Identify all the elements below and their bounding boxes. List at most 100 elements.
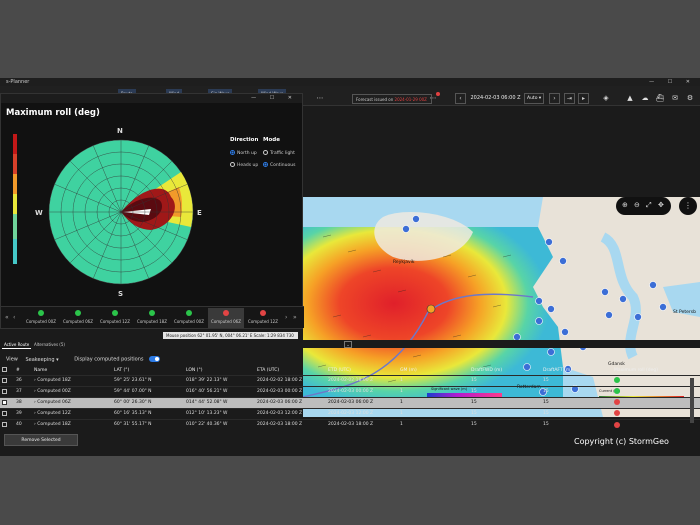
layers-icon[interactable]: ◈: [601, 93, 611, 103]
col-draft-fwd[interactable]: DraftFWD (m): [469, 366, 541, 375]
window-controls[interactable]: — ☐ ✕: [649, 78, 696, 86]
radio-north-up[interactable]: [230, 150, 235, 155]
radio-traffic-light[interactable]: [263, 150, 268, 155]
zoom-out-icon[interactable]: ⊖: [634, 201, 640, 209]
tab-alternatives[interactable]: Alternatives (5): [32, 341, 67, 348]
popup-window-controls[interactable]: — ☐ ✕: [251, 95, 298, 101]
radio-continuous[interactable]: [263, 162, 268, 167]
auto-dropdown[interactable]: Auto ▾: [524, 93, 544, 104]
roll-status-dot: [614, 410, 620, 417]
table-scrollbar[interactable]: [690, 378, 694, 423]
display-computed-toggle[interactable]: [149, 356, 161, 362]
radio-heads-up[interactable]: [230, 162, 235, 167]
skip-end-button[interactable]: ⇥: [564, 93, 575, 104]
select-all-checkbox[interactable]: [2, 367, 7, 373]
timestep-item[interactable]: Computed 12Z: [245, 308, 281, 328]
row-checkbox-cell: [0, 385, 14, 397]
cell-max-roll: [612, 418, 700, 430]
timestep-item[interactable]: Computed 06Z: [60, 308, 96, 328]
cell-draft-aft: 15: [541, 418, 612, 430]
timestep-item[interactable]: Computed 18Z: [134, 308, 170, 328]
row-checkbox[interactable]: [2, 421, 7, 427]
chat-icon[interactable]: ✉: [670, 93, 680, 103]
cell-lat: 59° 25' 23.61" N: [112, 374, 184, 386]
cell-etd: 2024-02-03 00:00 Z: [326, 385, 398, 397]
col-num[interactable]: #: [14, 366, 32, 375]
mode-traffic-light[interactable]: Traffic light: [263, 150, 295, 156]
map-tools: ⊕ ⊖ ⤢ ✥: [616, 197, 671, 215]
col-lon[interactable]: LON (°): [184, 366, 255, 375]
map-menu-icon[interactable]: ⋮: [679, 197, 697, 215]
route-icon[interactable]: ▲: [625, 93, 635, 103]
timestep-last-arrow[interactable]: »: [293, 314, 297, 321]
table-header: # Name LAT (°) LON (°) ETA (UTC) ETD (UT…: [0, 366, 700, 375]
col-gm[interactable]: GM (m): [398, 366, 469, 375]
cell-max-roll: [612, 385, 700, 397]
cell-draft-fwd: 15: [469, 396, 541, 408]
timestep-item[interactable]: Computed 00Z: [23, 308, 59, 328]
remove-selected-button[interactable]: Remove Selected: [4, 434, 78, 446]
row-checkbox[interactable]: [2, 388, 7, 394]
direction-heads-up[interactable]: Heads up: [230, 162, 258, 168]
row-checkbox-checked[interactable]: [2, 399, 7, 405]
cell-name: › Computed 18Z: [32, 374, 112, 386]
timestep-item-selected[interactable]: Computed 06Z: [208, 308, 244, 328]
table-row[interactable]: 37 › Computed 00Z 59° 44' 07.00" N 016° …: [0, 385, 700, 397]
window-titlebar: s-Planner — ☐ ✕: [0, 78, 700, 86]
cell-draft-fwd: 15: [469, 385, 541, 397]
timestep-next-arrow[interactable]: ›: [285, 314, 287, 321]
view-label: View: [6, 356, 18, 363]
timestep-prev-arrow[interactable]: ‹: [13, 314, 15, 321]
mode-continuous[interactable]: Continuous: [263, 162, 295, 168]
timestep-item[interactable]: Computed 12Z: [97, 308, 133, 328]
compass-south: S: [118, 290, 124, 298]
timestep-first-arrow[interactable]: «: [5, 314, 9, 321]
next-time-button[interactable]: ›: [549, 93, 560, 104]
cell-draft-aft: 15: [541, 396, 612, 408]
row-checkbox-cell: [0, 396, 14, 408]
table-row[interactable]: 40 › Computed 18Z 60° 31' 55.17" N 010° …: [0, 418, 700, 430]
timestep-status-dot: [112, 310, 118, 316]
direction-north-up[interactable]: North up: [230, 150, 257, 156]
cell-draft-fwd: 15: [469, 374, 541, 386]
cell-etd: 2024-02-02 18:00 Z: [326, 374, 398, 386]
col-lat[interactable]: LAT (°): [112, 366, 184, 375]
cell-name: › Computed 12Z: [32, 407, 112, 419]
cell-eta: 2024-02-03 18:00 Z: [255, 418, 326, 430]
forecast-more-icon[interactable]: ⋯: [428, 93, 438, 103]
col-etd[interactable]: ETD (UTC): [326, 366, 398, 375]
cell-lon: 010° 22' 40.36" W: [184, 418, 255, 430]
max-roll-popup: — ☐ ✕ Maximum roll (deg) N E S W Directi…: [0, 93, 304, 329]
view-dropdown[interactable]: Seakeeping ▾: [25, 357, 58, 363]
col-name[interactable]: Name: [32, 366, 112, 375]
map-label-reykjavik: Reykjavik: [393, 260, 415, 265]
col-eta[interactable]: ETA (UTC): [255, 366, 326, 375]
tab-active-route[interactable]: Active Route: [2, 341, 32, 349]
roll-status-dot: [614, 388, 620, 395]
copyright-text: Copyright (c) StormGeo: [574, 437, 669, 446]
weather-icon[interactable]: ☁: [640, 93, 650, 103]
ship-icon[interactable]: ⛴: [655, 93, 665, 103]
collapse-panel-button[interactable]: ⌄: [344, 341, 352, 348]
cell-draft-aft: 15: [541, 407, 612, 419]
date-display[interactable]: 2024-02-03 06:00 Z: [468, 93, 523, 104]
fit-icon[interactable]: ✥: [658, 201, 664, 209]
row-checkbox[interactable]: [2, 377, 7, 383]
roll-status-dot: [614, 421, 620, 428]
settings-icon[interactable]: ⚙: [685, 93, 695, 103]
timestep-item[interactable]: Computed 00Z: [171, 308, 207, 328]
zoom-in-icon[interactable]: ⊕: [622, 201, 628, 209]
table-row-selected[interactable]: 38 › Computed 06Z 60° 00' 26.30" N 014° …: [0, 396, 700, 408]
col-max-roll[interactable]: Maximum roll (deg): [612, 366, 700, 375]
cell-draft-fwd: 15: [469, 407, 541, 419]
col-draft-aft[interactable]: DraftAFT (m): [541, 366, 612, 375]
measure-icon[interactable]: ⤢: [646, 201, 652, 210]
table-row[interactable]: 36 › Computed 18Z 59° 25' 23.61" N 018° …: [0, 374, 700, 386]
more-icon[interactable]: ⋯: [315, 93, 325, 103]
cell-lon: 014° 44' 52.08" W: [184, 396, 255, 408]
table-row[interactable]: 39 › Computed 12Z 60° 16' 35.13" N 012° …: [0, 407, 700, 419]
row-checkbox[interactable]: [2, 410, 7, 416]
play-button[interactable]: ▸: [578, 93, 589, 104]
prev-time-button[interactable]: ‹: [455, 93, 466, 104]
cell-num: 40: [14, 418, 32, 430]
